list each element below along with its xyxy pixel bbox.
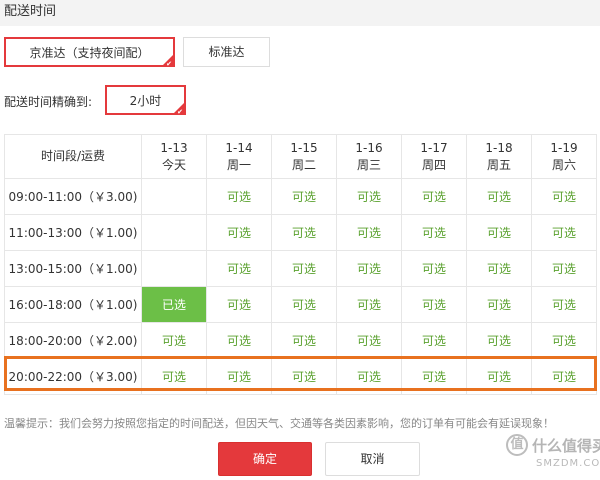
day-header: 1-13 今天 [141, 134, 207, 179]
slot-cell-available[interactable]: 可选 [401, 250, 467, 287]
slot-cell-empty [141, 178, 207, 215]
slot-cell-available[interactable]: 可选 [531, 286, 597, 323]
day-header: 1-19 周六 [531, 134, 597, 179]
slot-cell-available[interactable]: 可选 [466, 286, 532, 323]
slot-cell-available[interactable]: 可选 [336, 358, 402, 395]
day-header: 1-18 周五 [466, 134, 532, 179]
slot-cell-available[interactable]: 可选 [401, 286, 467, 323]
option-standard[interactable]: 标准达 [183, 37, 270, 67]
day-header: 1-14 周一 [206, 134, 272, 179]
day-header: 1-17 周四 [401, 134, 467, 179]
slot-cell-available[interactable]: 可选 [336, 322, 402, 359]
slot-cell-available[interactable]: 可选 [531, 322, 597, 359]
slot-cell-available[interactable]: 可选 [336, 250, 402, 287]
checkmark-icon: ✔ [166, 60, 172, 68]
day-date: 1-15 [290, 140, 318, 155]
dialog-title: 配送时间 [0, 0, 600, 26]
time-slot-row: 16:00-18:00（￥1.00) 已选 可选 可选 可选 可选 可选 可选 [4, 286, 597, 323]
time-slot-label: 09:00-11:00（￥3.00) [4, 178, 142, 215]
time-slot-row: 11:00-13:00（￥1.00) 可选 可选 可选 可选 可选 可选 [4, 214, 597, 251]
slot-cell-available[interactable]: 可选 [466, 322, 532, 359]
time-slot-label: 18:00-20:00（￥2.00) [4, 322, 142, 359]
time-slot-row: 20:00-22:00（￥3.00) 可选 可选 可选 可选 可选 可选 可选 [4, 358, 597, 395]
slot-cell-available[interactable]: 可选 [531, 214, 597, 251]
slot-cell-available[interactable]: 可选 [466, 214, 532, 251]
day-date: 1-13 [160, 140, 188, 155]
day-weekday: 今天 [161, 157, 186, 172]
watermark-badge-icon: 值 [506, 434, 528, 456]
day-weekday: 周六 [551, 157, 576, 172]
day-weekday: 周一 [226, 157, 251, 172]
schedule-table: 时间段/运费 1-13 今天 1-14 周一 1-15 周二 1-16 周三 1-17 周四 1-1… [4, 134, 597, 395]
slot-cell-available[interactable]: 可选 [466, 358, 532, 395]
confirm-button[interactable]: 确定 [218, 442, 312, 476]
time-slot-label: 13:00-15:00（￥1.00) [4, 250, 142, 287]
slot-cell-available[interactable]: 可选 [271, 358, 337, 395]
day-date: 1-17 [420, 140, 448, 155]
slot-cell-available[interactable]: 可选 [401, 214, 467, 251]
time-slot-label: 16:00-18:00（￥1.00) [4, 286, 142, 323]
day-date: 1-18 [485, 140, 513, 155]
day-weekday: 周二 [291, 157, 316, 172]
precision-label: 配送时间精确到: [4, 95, 93, 109]
slot-cell-available[interactable]: 可选 [336, 214, 402, 251]
slot-cell-available[interactable]: 可选 [401, 178, 467, 215]
time-slot-row: 13:00-15:00（￥1.00) 可选 可选 可选 可选 可选 可选 [4, 250, 597, 287]
day-weekday: 周三 [356, 157, 381, 172]
option-standard-label: 标准达 [208, 45, 245, 59]
precision-option-2h[interactable]: 2小时 ✔ [105, 85, 186, 116]
day-date: 1-14 [225, 140, 253, 155]
slot-cell-available[interactable]: 可选 [141, 358, 207, 395]
slot-cell-available[interactable]: 可选 [271, 214, 337, 251]
slot-cell-selected[interactable]: 已选 [141, 286, 207, 323]
corner-header: 时间段/运费 [4, 134, 142, 179]
slot-cell-available[interactable]: 可选 [401, 358, 467, 395]
day-weekday: 周五 [486, 157, 511, 172]
slot-cell-available[interactable]: 可选 [401, 322, 467, 359]
slot-cell-available[interactable]: 可选 [466, 250, 532, 287]
day-header: 1-16 周三 [336, 134, 402, 179]
cancel-button[interactable]: 取消 [325, 442, 420, 476]
watermark-text: 什么值得买 [532, 437, 600, 455]
slot-cell-available[interactable]: 可选 [531, 250, 597, 287]
watermark: 值 什么值得买 SMZDM.COM [506, 430, 600, 480]
watermark-sub: SMZDM.COM [536, 458, 600, 469]
day-date: 1-16 [355, 140, 383, 155]
slot-cell-available[interactable]: 可选 [531, 178, 597, 215]
slot-cell-available[interactable]: 可选 [206, 178, 272, 215]
slot-cell-empty [141, 250, 207, 287]
slot-cell-available[interactable]: 可选 [141, 322, 207, 359]
slot-cell-available[interactable]: 可选 [271, 250, 337, 287]
slot-cell-empty [141, 214, 207, 251]
day-header: 1-15 周二 [271, 134, 337, 179]
schedule-header-row: 时间段/运费 1-13 今天 1-14 周一 1-15 周二 1-16 周三 1-17 周四 1-1… [4, 134, 597, 179]
slot-cell-available[interactable]: 可选 [271, 178, 337, 215]
slot-cell-available[interactable]: 可选 [336, 286, 402, 323]
slot-cell-available[interactable]: 可选 [271, 322, 337, 359]
slot-cell-available[interactable]: 可选 [466, 178, 532, 215]
slot-cell-available[interactable]: 可选 [531, 358, 597, 395]
slot-cell-available[interactable]: 可选 [206, 358, 272, 395]
checkmark-icon: ✔ [177, 108, 183, 116]
time-slot-row: 18:00-20:00（￥2.00) 可选 可选 可选 可选 可选 可选 可选 [4, 322, 597, 359]
day-date: 1-19 [550, 140, 578, 155]
slot-cell-available[interactable]: 可选 [206, 250, 272, 287]
time-slot-row: 09:00-11:00（￥3.00) 可选 可选 可选 可选 可选 可选 [4, 178, 597, 215]
slot-cell-available[interactable]: 可选 [206, 214, 272, 251]
day-weekday: 周四 [421, 157, 446, 172]
time-slot-label: 20:00-22:00（￥3.00) [4, 358, 142, 395]
tip-text: 温馨提示：我们会努力按照您指定的时间配送，但因天气、交通等各类因素影响，您的订单… [4, 417, 554, 430]
slot-cell-available[interactable]: 可选 [206, 322, 272, 359]
option-jzd-label: 京准达（支持夜间配） [29, 46, 150, 60]
slot-cell-available[interactable]: 可选 [271, 286, 337, 323]
precision-value: 2小时 [129, 94, 162, 108]
slot-cell-available[interactable]: 可选 [206, 286, 272, 323]
time-slot-label: 11:00-13:00（￥1.00) [4, 214, 142, 251]
option-jzd-night[interactable]: 京准达（支持夜间配） ✔ [4, 37, 175, 68]
slot-cell-available[interactable]: 可选 [336, 178, 402, 215]
